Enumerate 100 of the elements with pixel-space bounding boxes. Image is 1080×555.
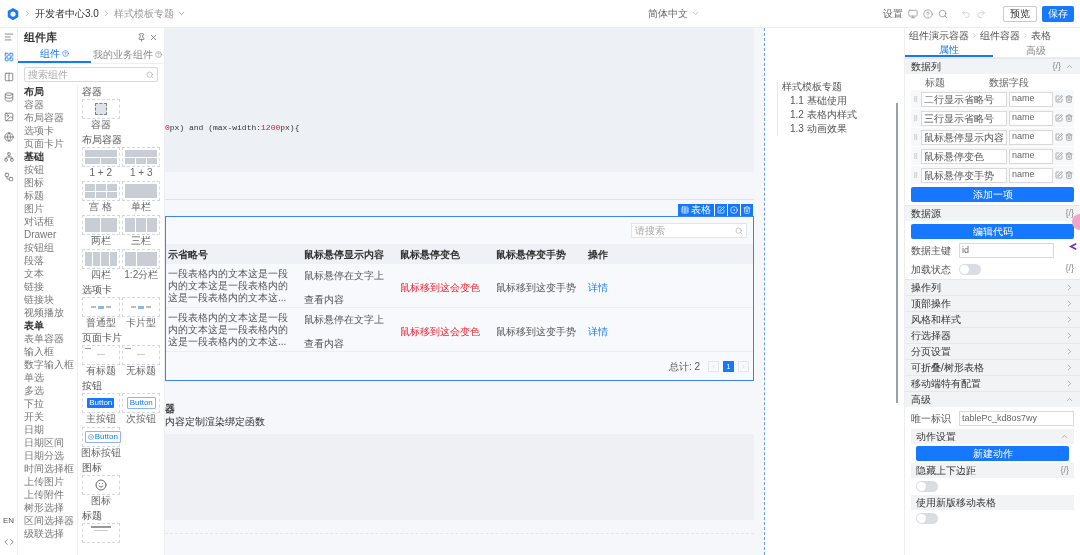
- detail-link[interactable]: 详情: [588, 281, 608, 293]
- collapse-icon[interactable]: [1060, 432, 1069, 441]
- section-title[interactable]: 数据源: [911, 206, 941, 221]
- breadcrumb-link[interactable]: 开发者中心3.0: [35, 6, 99, 21]
- toolbar-icon[interactable]: [3, 92, 14, 102]
- toggle-switch[interactable]: [916, 481, 938, 492]
- expand-icon[interactable]: [1065, 347, 1074, 356]
- category-item[interactable]: 对话框: [24, 215, 77, 228]
- title-input[interactable]: 鼠标悬停变色: [921, 148, 1007, 164]
- component-thumbnail[interactable]: [81, 215, 120, 235]
- category-item[interactable]: 上传图片: [24, 475, 77, 488]
- panel-tab[interactable]: 我的业务组件: [91, 46, 164, 63]
- title-input[interactable]: 三行显示省略号: [921, 110, 1007, 126]
- breadcrumb-link[interactable]: 组件演示容器: [909, 28, 969, 43]
- category-item[interactable]: 输入框: [24, 345, 77, 358]
- language-toggle[interactable]: EN: [2, 515, 15, 527]
- delete-icon[interactable]: [1065, 114, 1073, 122]
- collapse-icon[interactable]: [1065, 395, 1074, 404]
- search-icon[interactable]: [735, 226, 743, 235]
- category-item[interactable]: 级联选择: [24, 527, 77, 540]
- code-toggle[interactable]: {/}: [1052, 59, 1061, 74]
- category-item[interactable]: 日期区间: [24, 436, 77, 449]
- title-input[interactable]: 二行显示省略号: [921, 91, 1007, 107]
- category-item[interactable]: 页面卡片: [24, 137, 77, 150]
- language-select[interactable]: 简体中文: [648, 6, 689, 21]
- panel-tab[interactable]: 组件: [18, 46, 91, 63]
- category-item[interactable]: 链接块: [24, 293, 77, 306]
- expand-icon[interactable]: [1065, 299, 1074, 308]
- category-item[interactable]: 区间选择器: [24, 514, 77, 527]
- drag-handle-icon[interactable]: [912, 170, 919, 180]
- search-icon[interactable]: [938, 8, 948, 19]
- delete-icon[interactable]: [1065, 133, 1073, 141]
- expand-icon[interactable]: [1065, 283, 1074, 292]
- field-input[interactable]: name: [1009, 148, 1053, 164]
- toolbar-icon[interactable]: [3, 112, 14, 122]
- code-toggle[interactable]: {/}: [1065, 206, 1074, 221]
- component-thumbnail[interactable]: Button: [122, 393, 161, 413]
- category-item[interactable]: 图片: [24, 202, 77, 215]
- toolbar-icon[interactable]: [3, 172, 14, 182]
- logo-icon[interactable]: [6, 6, 20, 21]
- component-thumbnail[interactable]: [81, 249, 120, 269]
- component-thumbnail[interactable]: [122, 181, 161, 201]
- drag-handle-icon[interactable]: [912, 132, 919, 142]
- delete-icon[interactable]: [741, 204, 753, 216]
- component-thumbnail[interactable]: [81, 181, 120, 201]
- component-thumbnail[interactable]: [81, 297, 120, 317]
- dropdown-icon[interactable]: [176, 9, 186, 18]
- close-icon[interactable]: [149, 32, 158, 42]
- delete-icon[interactable]: [1065, 171, 1073, 179]
- expand-icon[interactable]: [1065, 315, 1074, 324]
- toolbar-icon[interactable]: [3, 52, 14, 62]
- component-thumbnail[interactable]: [81, 345, 120, 365]
- edit-icon[interactable]: [1055, 95, 1063, 103]
- component-thumbnail[interactable]: [122, 147, 161, 167]
- title-input[interactable]: 鼠标悬停变手势: [921, 167, 1007, 183]
- copy-icon[interactable]: [728, 204, 740, 216]
- redo-icon[interactable]: [976, 8, 986, 19]
- code-toggle[interactable]: {/}: [1065, 262, 1074, 276]
- unique-id-input[interactable]: tablePc_kd8os7wy: [959, 411, 1074, 426]
- category-item[interactable]: 日期: [24, 423, 77, 436]
- category-item[interactable]: 单选: [24, 371, 77, 384]
- toggle-switch[interactable]: [916, 513, 938, 524]
- title-input[interactable]: 鼠标悬停显示内容: [921, 129, 1007, 145]
- category-item[interactable]: 按钮组: [24, 241, 77, 254]
- save-button[interactable]: 保存: [1042, 5, 1074, 22]
- edit-icon[interactable]: [1055, 171, 1063, 179]
- category-item[interactable]: 开关: [24, 410, 77, 423]
- field-input[interactable]: name: [1009, 167, 1053, 183]
- toc-item[interactable]: 1.3 动画效果: [790, 122, 857, 136]
- component-tag[interactable]: 表格: [678, 204, 714, 216]
- new-action-button[interactable]: 新建动作: [916, 446, 1069, 461]
- expand-icon[interactable]: [1065, 331, 1074, 340]
- dropdown-icon[interactable]: [691, 9, 701, 18]
- component-thumbnail[interactable]: [81, 523, 120, 543]
- category-item[interactable]: 图标: [24, 176, 77, 189]
- component-thumbnail[interactable]: Button: [81, 393, 120, 413]
- toc-item[interactable]: 1.2 表格内样式: [790, 108, 857, 122]
- pin-icon[interactable]: [137, 32, 146, 42]
- component-thumbnail[interactable]: [122, 249, 161, 269]
- category-item[interactable]: Drawer: [24, 228, 77, 241]
- collapse-icon[interactable]: [1065, 62, 1074, 71]
- toolbar-icon[interactable]: [3, 152, 14, 162]
- category-item[interactable]: 按钮: [24, 163, 77, 176]
- field-input[interactable]: name: [1009, 129, 1053, 145]
- edit-code-button[interactable]: 编辑代码: [911, 224, 1074, 239]
- category-item[interactable]: 下拉: [24, 397, 77, 410]
- category-item[interactable]: 容器: [24, 98, 77, 111]
- field-input[interactable]: name: [1009, 91, 1053, 107]
- toolbar-icon[interactable]: [3, 132, 14, 142]
- code-icon[interactable]: [3, 537, 14, 547]
- field-input[interactable]: name: [1009, 110, 1053, 126]
- code-toggle[interactable]: {/}: [1060, 463, 1069, 478]
- breadcrumb-link[interactable]: 样式模板专题: [113, 6, 174, 21]
- search-icon[interactable]: [146, 70, 154, 79]
- component-thumbnail[interactable]: [122, 215, 161, 235]
- category-item[interactable]: 文本: [24, 267, 77, 280]
- edit-icon[interactable]: [1055, 152, 1063, 160]
- category-item[interactable]: 数字输入框: [24, 358, 77, 371]
- toc-item[interactable]: 样式模板专题: [782, 80, 857, 94]
- toolbar-icon[interactable]: [3, 32, 14, 42]
